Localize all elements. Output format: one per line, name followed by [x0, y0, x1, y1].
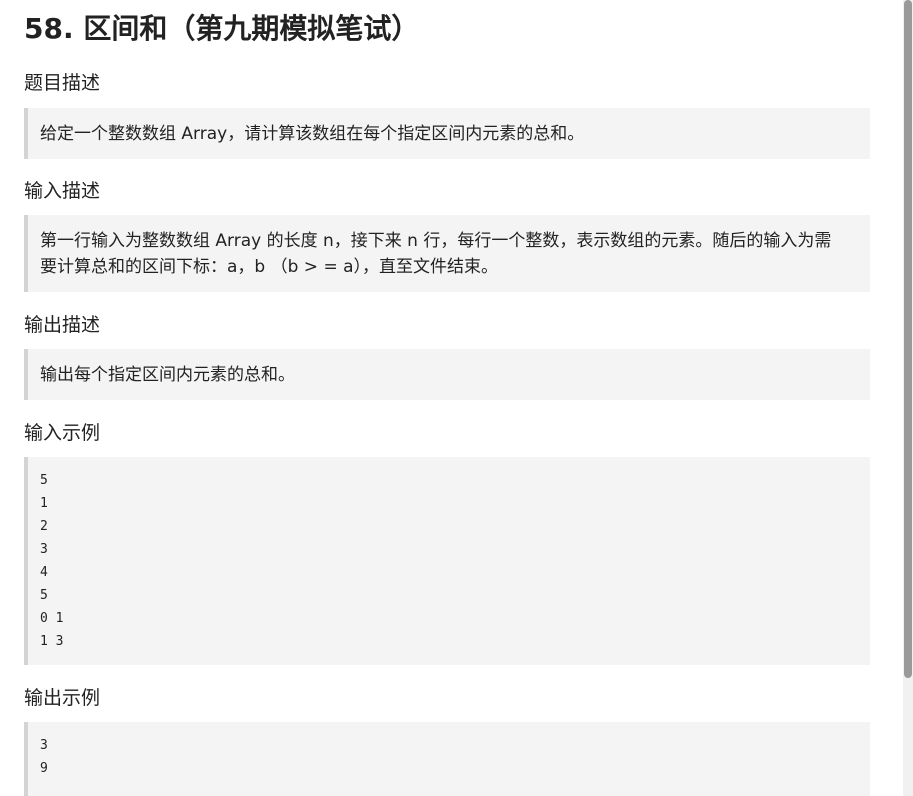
scrollbar-thumb[interactable] [904, 0, 912, 678]
code-line: 5 [40, 588, 48, 603]
code-line: 3 [40, 542, 48, 557]
code-line: 9 [40, 761, 48, 776]
code-line: 3 [40, 738, 48, 753]
sample-output-code-block: 3 9 [24, 722, 870, 796]
code-line: 4 [40, 565, 48, 580]
sample-input-code-block: 5 1 2 3 4 5 0 1 1 3 [24, 457, 870, 665]
output-description-text: 输出每个指定区间内元素的总和。 [40, 365, 295, 385]
page-title: 58. 区间和（第九期模拟笔试） [24, 12, 420, 45]
problem-page: 58. 区间和（第九期模拟笔试） 题目描述 给定一个整数数组 Array，请计算… [0, 0, 903, 796]
code-line: 2 [40, 519, 48, 534]
code-line: 5 [40, 473, 48, 488]
code-line: 1 [40, 496, 48, 511]
input-description-block: 第一行输入为整数数组 Array 的长度 n，接下来 n 行，每行一个整数，表示… [24, 215, 870, 292]
description-text: 给定一个整数数组 Array，请计算该数组在每个指定区间内元素的总和。 [40, 124, 585, 144]
sample-input-heading: 输入示例 [24, 422, 101, 444]
description-heading: 题目描述 [24, 72, 101, 94]
output-heading: 输出描述 [24, 314, 101, 336]
input-description-line: 第一行输入为整数数组 Array 的长度 n，接下来 n 行，每行一个整数，表示… [40, 231, 832, 251]
input-description-line: 要计算总和的区间下标：a，b （b > = a），直至文件结束。 [40, 257, 499, 277]
code-line: 1 3 [40, 634, 64, 649]
code-line: 0 1 [40, 611, 64, 626]
input-heading: 输入描述 [24, 180, 101, 202]
vertical-scrollbar[interactable] [903, 0, 913, 796]
description-block: 给定一个整数数组 Array，请计算该数组在每个指定区间内元素的总和。 [24, 108, 870, 159]
sample-output-heading: 输出示例 [24, 687, 101, 709]
output-description-block: 输出每个指定区间内元素的总和。 [24, 349, 870, 400]
